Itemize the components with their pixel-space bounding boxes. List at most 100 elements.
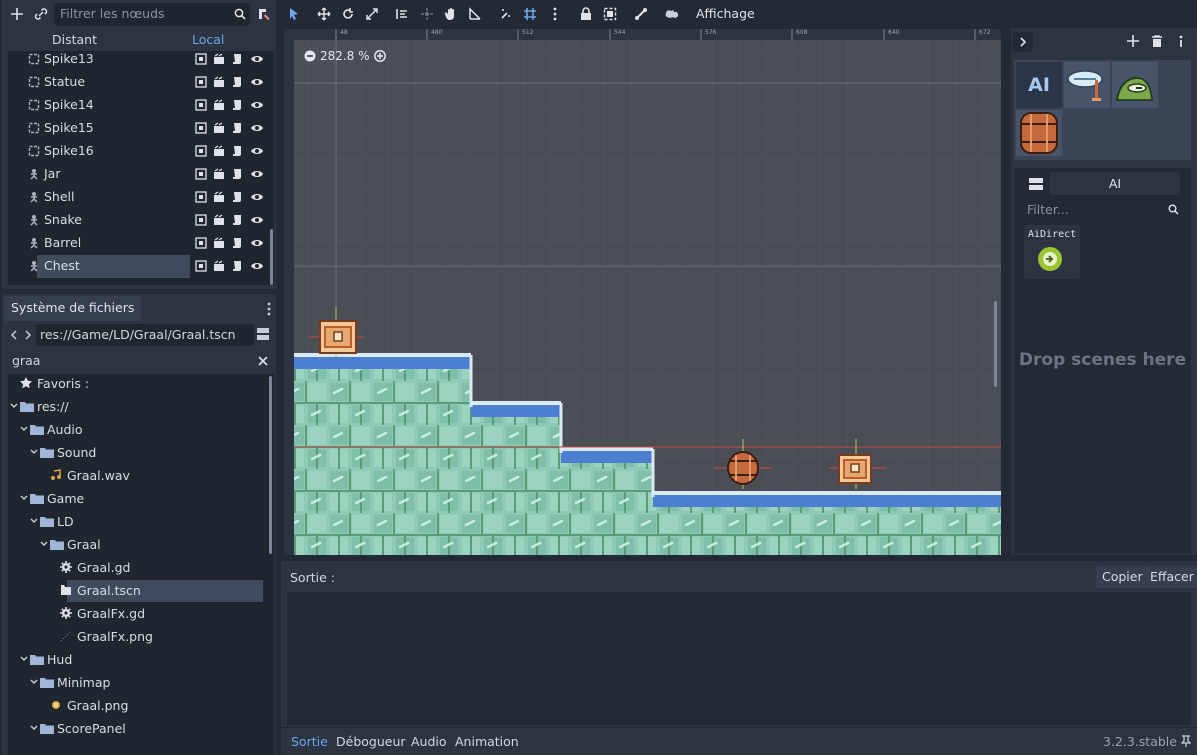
scene-node-row[interactable]: Spike13	[8, 51, 274, 71]
signals-icon[interactable]	[212, 190, 226, 204]
scene-node-row[interactable]: Snake	[8, 209, 274, 232]
tab-local[interactable]: Local	[192, 32, 224, 47]
grid-snap-icon[interactable]	[521, 5, 539, 23]
info-icon[interactable]	[1178, 35, 1184, 47]
fs-file-row[interactable]: Graal.png	[8, 695, 268, 718]
tab-debugger[interactable]: Débogueur	[336, 734, 406, 749]
list-icon[interactable]	[1029, 178, 1043, 190]
fs-file-row[interactable]: GraalFx.png	[8, 626, 268, 649]
expand-arrow-icon[interactable]	[30, 679, 38, 685]
script-icon[interactable]	[230, 213, 244, 227]
delete-icon[interactable]	[1151, 35, 1163, 48]
fs-folder-row[interactable]: Minimap	[8, 672, 268, 695]
fs-folder-row[interactable]: Game	[8, 488, 268, 511]
signals-icon[interactable]	[212, 98, 226, 112]
ruler-vertical[interactable]	[284, 29, 294, 555]
node-groups-icon[interactable]	[194, 259, 208, 273]
fs-folder-row[interactable]: res://	[8, 396, 268, 419]
clear-search-icon[interactable]	[258, 356, 268, 366]
collapse-icon[interactable]	[1013, 32, 1033, 52]
signals-icon[interactable]	[212, 213, 226, 227]
visibility-icon[interactable]	[250, 190, 264, 204]
visibility-icon[interactable]	[250, 121, 264, 135]
dock-menu-icon[interactable]	[267, 302, 271, 316]
camera-override-icon[interactable]	[662, 5, 680, 23]
list-tool-icon[interactable]	[393, 5, 411, 23]
instance-scene-icon[interactable]	[31, 4, 51, 24]
script-icon[interactable]	[230, 190, 244, 204]
script-icon[interactable]	[230, 52, 244, 66]
fs-search-input[interactable]: graa	[8, 350, 270, 372]
tab-remote[interactable]: Distant	[52, 32, 97, 47]
pivot-tool-icon[interactable]	[418, 5, 436, 23]
node-groups-icon[interactable]	[194, 190, 208, 204]
visibility-icon[interactable]	[250, 167, 264, 181]
bones-icon[interactable]	[632, 5, 650, 23]
filter-nodes-input[interactable]: Filtrer les nœuds	[54, 3, 250, 26]
split-view-icon[interactable]	[257, 328, 269, 340]
move-tool-icon[interactable]	[315, 5, 333, 23]
palette-sign-item[interactable]	[1064, 62, 1110, 108]
fs-file-row[interactable]: Favoris :	[8, 374, 268, 396]
add-node-icon[interactable]	[7, 4, 27, 24]
ruler-tool-icon[interactable]	[466, 5, 484, 23]
fs-folder-row[interactable]: Graal	[8, 534, 268, 557]
copy-button[interactable]: Copier	[1096, 566, 1149, 588]
script-icon[interactable]	[230, 98, 244, 112]
canvas-viewport[interactable]: 48 480 512 544 576 608 640 672 282.8 %	[284, 29, 1001, 555]
scene-node-row[interactable]: Shell	[8, 186, 274, 209]
script-attach-icon[interactable]	[254, 4, 274, 24]
scene-node-row[interactable]: Jar	[8, 163, 274, 186]
tab-audio[interactable]: Audio	[411, 734, 447, 749]
smart-snap-icon[interactable]	[497, 5, 515, 23]
signals-icon[interactable]	[212, 121, 226, 135]
palette-snake-item[interactable]	[1112, 62, 1158, 108]
path-field[interactable]: res://Game/LD/Graal/Graal.tscn	[36, 324, 254, 346]
fs-file-row[interactable]: Graal.wav	[8, 465, 268, 488]
fs-scrollbar[interactable]	[269, 376, 272, 554]
rotate-tool-icon[interactable]	[339, 5, 357, 23]
expand-arrow-icon[interactable]	[20, 426, 28, 432]
zoom-out-icon[interactable]	[304, 50, 316, 62]
signals-icon[interactable]	[212, 259, 226, 273]
signals-icon[interactable]	[212, 75, 226, 89]
zoom-level[interactable]: 282.8 %	[320, 49, 370, 63]
fs-file-row[interactable]: GraalFx.gd	[8, 603, 268, 626]
scene-node-row[interactable]: Barrel	[8, 232, 274, 255]
node-groups-icon[interactable]	[194, 144, 208, 158]
select-tool-icon[interactable]	[285, 5, 303, 23]
expand-arrow-icon[interactable]	[30, 725, 38, 731]
fs-file-row[interactable]: Graal.gd	[8, 557, 268, 580]
fs-folder-row[interactable]: Sound	[8, 442, 268, 465]
fs-folder-row[interactable]: Audio	[8, 419, 268, 442]
node-groups-icon[interactable]	[194, 75, 208, 89]
forward-icon[interactable]	[24, 330, 32, 340]
output-log[interactable]	[287, 592, 1191, 725]
pin-icon[interactable]	[1181, 735, 1191, 747]
scene-node-row[interactable]: Spike16	[8, 140, 274, 163]
zoom-in-icon[interactable]	[373, 50, 386, 62]
ai-direct-item[interactable]: AiDirect	[1024, 225, 1080, 279]
scene-node-row[interactable]: Chest	[8, 255, 274, 278]
expand-arrow-icon[interactable]	[20, 495, 28, 501]
visibility-icon[interactable]	[250, 259, 264, 273]
pan-tool-icon[interactable]	[442, 5, 460, 23]
back-icon[interactable]	[10, 330, 18, 340]
visibility-icon[interactable]	[250, 98, 264, 112]
script-icon[interactable]	[230, 144, 244, 158]
script-icon[interactable]	[230, 121, 244, 135]
script-icon[interactable]	[230, 75, 244, 89]
node-groups-icon[interactable]	[194, 52, 208, 66]
ruler-horizontal[interactable]: 48 480 512 544 576 608 640 672	[284, 29, 1001, 40]
node-groups-icon[interactable]	[194, 167, 208, 181]
lock-icon[interactable]	[577, 5, 595, 23]
visibility-icon[interactable]	[250, 144, 264, 158]
scene-node-row[interactable]: Spike15	[8, 117, 274, 140]
node-groups-icon[interactable]	[194, 98, 208, 112]
expand-arrow-icon[interactable]	[40, 541, 48, 547]
ai-filter-input[interactable]: Filter...	[1023, 199, 1181, 221]
view-menu[interactable]: Affichage	[696, 6, 755, 21]
node-groups-icon[interactable]	[194, 236, 208, 250]
script-icon[interactable]	[230, 167, 244, 181]
more-options-icon[interactable]	[546, 5, 564, 23]
